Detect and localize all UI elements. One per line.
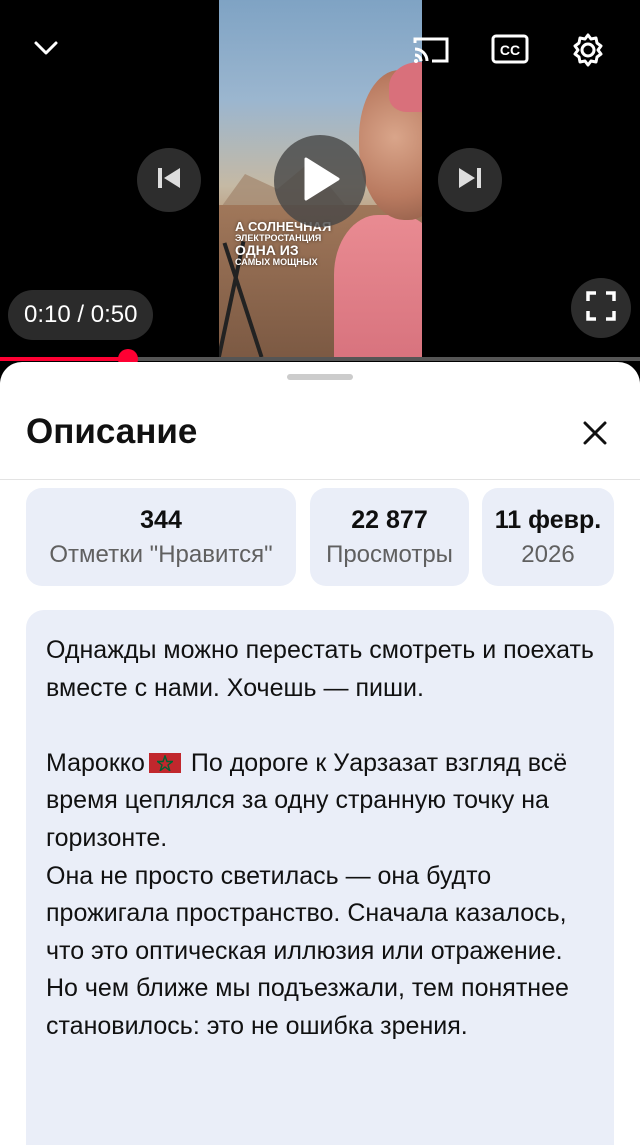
morocco-flag-icon [148,752,181,773]
skip-previous-icon [156,166,182,195]
skip-next-button[interactable] [438,148,502,212]
gear-icon[interactable] [568,30,608,70]
time-current: 0:10 [24,301,71,328]
play-icon [300,157,340,206]
description-paragraph-1: Однажды можно перестать смотреть и поеха… [46,636,601,702]
stat-likes-label: Отметки "Нравится" [49,540,273,568]
description-country: Марокко [46,748,145,777]
fullscreen-icon [586,290,616,326]
stat-date-year: 2026 [521,540,575,568]
chevron-down-icon[interactable] [28,30,64,66]
sheet-title: Описание [26,412,198,451]
stat-views: 22 877 Просмотры [310,488,469,586]
time-display: 0:10 / 0:50 [8,290,154,340]
progress-scrubber[interactable] [118,349,138,362]
stat-views-label: Просмотры [326,540,453,568]
closed-captions-icon[interactable]: CC [490,32,530,66]
stat-likes-value: 344 [140,505,182,534]
close-icon [583,421,607,450]
cast-icon[interactable] [410,30,452,70]
close-button[interactable] [574,414,616,456]
time-total: 0:50 [90,301,138,328]
skip-previous-button[interactable] [137,148,201,212]
progress-bar[interactable] [0,349,640,362]
fullscreen-button[interactable] [571,278,631,338]
time-separator: / [70,301,91,328]
stat-date-value: 11 февр. [494,505,602,534]
description-paragraph-2: Марокко По дороге к Уарзазат взгляд всё в… [46,745,594,858]
skip-next-icon [457,166,483,195]
description-paragraph-3: Она не просто светилась — она будто прож… [46,861,576,1040]
video-caption-overlay: А СОЛНЕЧНАЯ ЭЛЕКТРОСТАНЦИЯ ОДНА ИЗ САМЫХ… [235,219,332,267]
video-player[interactable]: А СОЛНЕЧНАЯ ЭЛЕКТРОСТАНЦИЯ ОДНА ИЗ САМЫХ… [0,0,640,362]
description-box: Однажды можно перестать смотреть и поеха… [26,610,614,1145]
play-button[interactable] [274,135,366,227]
progress-fill [0,357,128,361]
stat-date: 11 февр. 2026 [482,488,614,586]
description-sheet: Описание 344 Отметки "Нравится" 22 877 П… [0,362,640,1145]
svg-text:CC: CC [500,42,520,58]
stat-likes: 344 Отметки "Нравится" [26,488,296,586]
drag-handle[interactable] [287,374,353,380]
divider [0,479,640,480]
stat-views-value: 22 877 [351,505,428,534]
